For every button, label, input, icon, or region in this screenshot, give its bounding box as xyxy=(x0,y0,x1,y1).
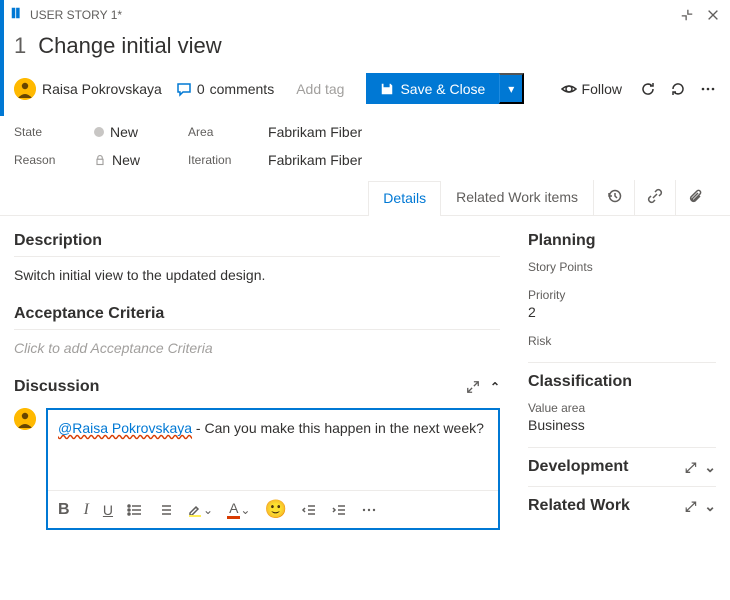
collapse-chevron-icon[interactable]: ⌃ xyxy=(490,380,500,394)
editor-toolbar: B I U ⌄ A⌄ 🙂 xyxy=(48,490,498,528)
bullet-list-button[interactable] xyxy=(127,502,143,518)
more-actions-icon[interactable] xyxy=(700,81,716,97)
close-icon[interactable] xyxy=(706,8,720,22)
expand-icon[interactable]: ⤢ xyxy=(685,459,696,476)
follow-button[interactable]: Follow xyxy=(561,81,622,97)
story-points-field[interactable]: Story Points xyxy=(528,260,716,274)
lock-icon xyxy=(94,154,106,166)
expand-icon[interactable] xyxy=(466,380,480,394)
undo-icon[interactable] xyxy=(670,81,686,97)
state-dot-icon xyxy=(94,127,104,137)
risk-field[interactable]: Risk xyxy=(528,334,716,348)
work-item-type: USER STORY 1* xyxy=(30,8,122,22)
tabbar: Details Related Work items xyxy=(0,180,730,216)
development-heading: Development xyxy=(528,458,628,476)
chevron-down-icon[interactable]: ⌄ xyxy=(704,498,716,515)
italic-button[interactable]: I xyxy=(84,501,89,519)
value-area-field[interactable]: Value area Business xyxy=(528,401,716,433)
acceptance-placeholder[interactable]: Click to add Acceptance Criteria xyxy=(14,340,500,356)
assignee-name: Raisa Pokrovskaya xyxy=(42,81,162,97)
bold-button[interactable]: B xyxy=(58,501,70,519)
more-formatting-button[interactable] xyxy=(361,502,377,518)
expand-icon[interactable]: ⤢ xyxy=(685,498,696,515)
save-and-close-button[interactable]: Save & Close xyxy=(366,73,499,104)
underline-button[interactable]: U xyxy=(103,502,113,518)
iteration-field[interactable]: Iteration Fabrikam Fiber xyxy=(188,152,362,168)
mention[interactable]: @Raisa Pokrovskaya xyxy=(58,420,192,436)
add-tag-button[interactable]: Add tag xyxy=(288,77,352,101)
reason-field[interactable]: Reason New xyxy=(14,152,140,168)
discussion-heading: Discussion xyxy=(14,378,99,396)
assigned-to[interactable]: Raisa Pokrovskaya xyxy=(14,78,162,100)
description-body[interactable]: Switch initial view to the updated desig… xyxy=(14,267,500,283)
tab-details[interactable]: Details xyxy=(368,181,441,216)
text-color-button[interactable]: A⌄ xyxy=(227,500,250,519)
work-item-title[interactable]: Change initial view xyxy=(38,33,221,59)
save-dropdown-button[interactable]: ▾ xyxy=(499,73,524,104)
acceptance-heading: Acceptance Criteria xyxy=(14,305,500,330)
attachments-tab-icon[interactable] xyxy=(675,180,716,215)
chevron-down-icon: ▾ xyxy=(508,82,514,96)
comment-avatar xyxy=(14,408,36,430)
priority-field[interactable]: Priority 2 xyxy=(528,288,716,320)
numbered-list-button[interactable] xyxy=(157,502,173,518)
planning-heading: Planning xyxy=(528,232,716,250)
classification-heading: Classification xyxy=(528,373,716,391)
refresh-icon[interactable] xyxy=(640,81,656,97)
highlight-button[interactable]: ⌄ xyxy=(187,502,213,518)
emoji-button[interactable]: 🙂 xyxy=(264,499,286,520)
links-tab-icon[interactable] xyxy=(634,180,675,215)
discussion-editor[interactable]: @Raisa Pokrovskaya - Can you make this h… xyxy=(46,408,500,530)
restore-icon[interactable] xyxy=(680,8,694,22)
description-heading: Description xyxy=(14,232,500,257)
tab-related-work-items[interactable]: Related Work items xyxy=(441,180,593,215)
outdent-button[interactable] xyxy=(301,502,317,518)
area-field[interactable]: Area Fabrikam Fiber xyxy=(188,124,362,140)
related-work-heading: Related Work xyxy=(528,497,630,515)
state-field[interactable]: State New xyxy=(14,124,140,140)
indent-button[interactable] xyxy=(331,502,347,518)
work-item-icon xyxy=(10,6,24,23)
titlebar: USER STORY 1* xyxy=(0,0,730,29)
comments-count[interactable]: 0 comments xyxy=(176,81,274,97)
chevron-down-icon[interactable]: ⌄ xyxy=(704,459,716,476)
history-tab-icon[interactable] xyxy=(593,180,634,215)
avatar xyxy=(14,78,36,100)
work-item-id: 1 xyxy=(14,33,26,59)
